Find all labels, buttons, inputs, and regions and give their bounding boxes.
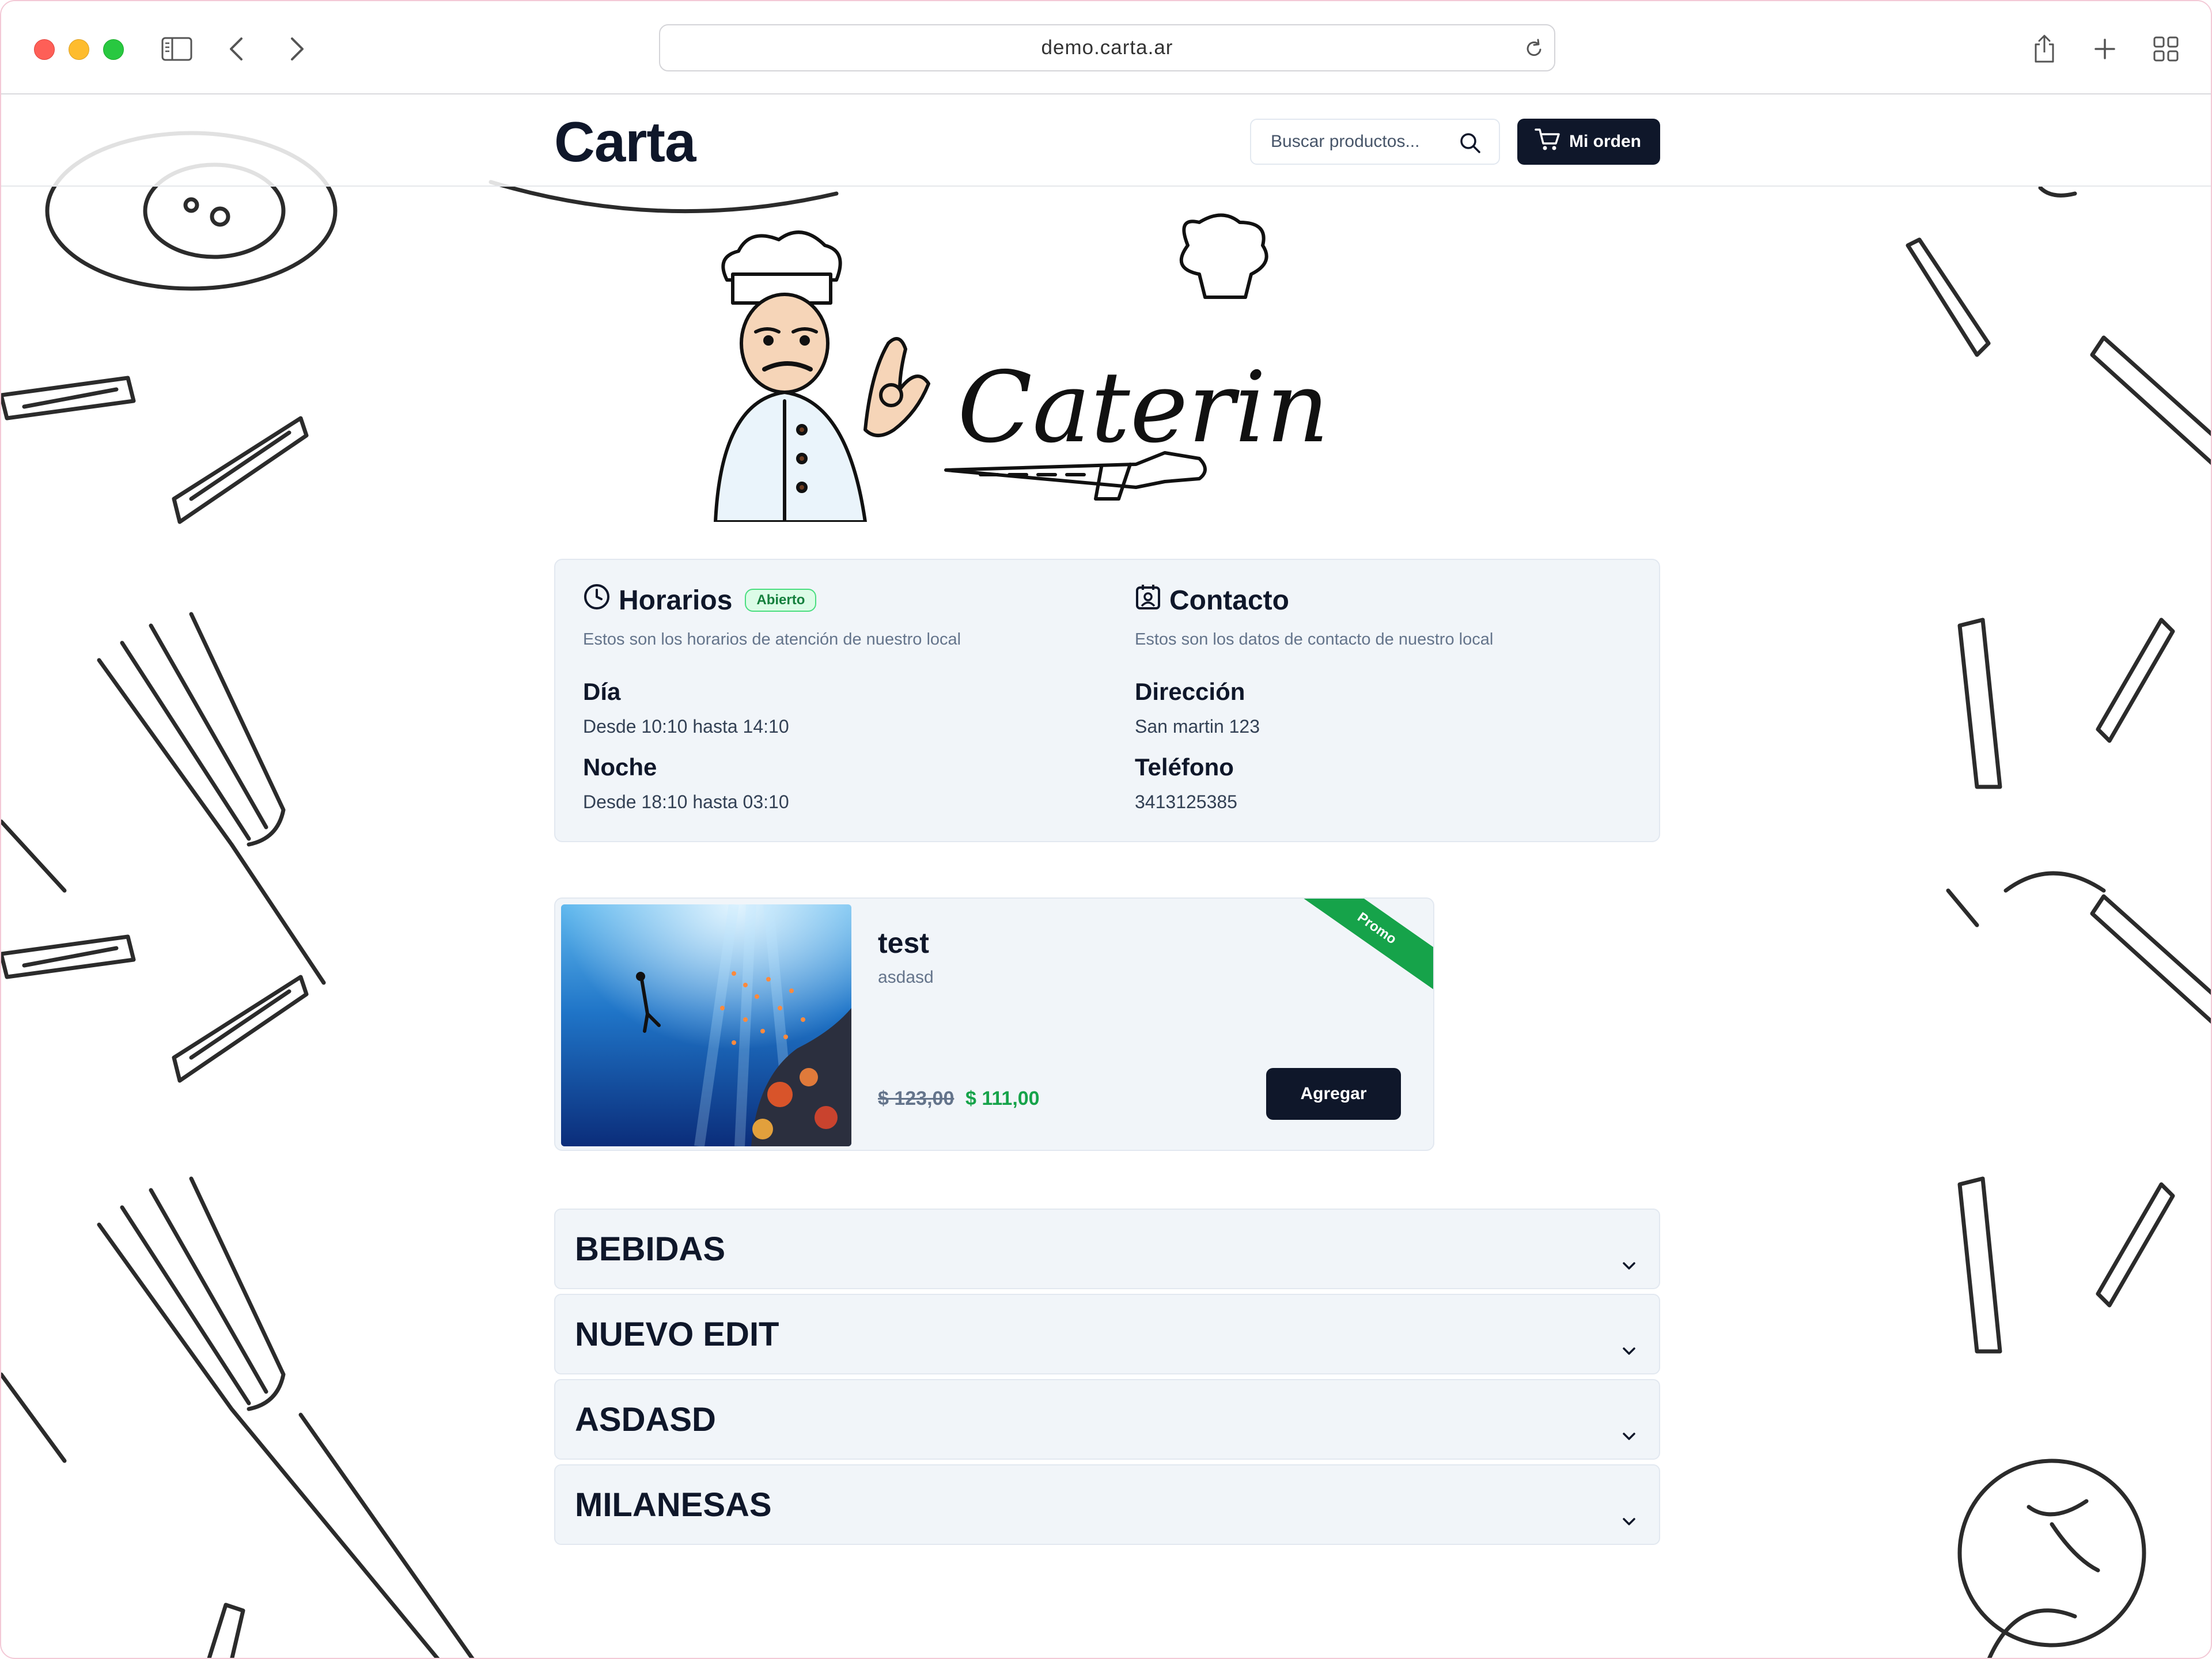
back-icon[interactable]	[216, 30, 256, 68]
product-old-price: $ 123,00	[878, 1088, 955, 1109]
product-description: asdasd	[878, 968, 934, 987]
schedule-title: Horarios	[619, 585, 733, 616]
address-bar-url: demo.carta.ar	[1041, 36, 1173, 59]
search-placeholder: Buscar productos...	[1271, 132, 1420, 151]
promo-ribbon: Promo	[1286, 899, 1433, 999]
category-accordion-asdasd[interactable]: ASDASD	[554, 1379, 1660, 1460]
chevron-down-icon	[1621, 1326, 1637, 1365]
browser-toolbar: demo.carta.ar	[1, 1, 2211, 94]
search-input[interactable]: Buscar productos...	[1250, 119, 1500, 165]
site-header: Carta Buscar productos... Mi orden	[1, 96, 2211, 187]
sidebar-toggle-icon[interactable]	[157, 30, 197, 68]
page-content: Carta Buscar productos... Mi orden Cater…	[1, 96, 2211, 1658]
cart-icon	[1535, 127, 1561, 156]
contact-address-label: Dirección	[1135, 678, 1245, 705]
info-card: Horarios Abierto Estos son los horarios …	[554, 559, 1660, 842]
brand-logo[interactable]: Carta	[554, 109, 696, 175]
forward-icon[interactable]	[277, 30, 317, 68]
category-accordion-bebidas[interactable]: BEBIDAS	[554, 1209, 1660, 1289]
add-to-order-button[interactable]: Agregar	[1266, 1068, 1401, 1120]
schedule-subtitle: Estos son los horarios de atención de nu…	[583, 630, 961, 649]
new-tab-icon[interactable]	[2085, 30, 2125, 68]
contact-phone-value[interactable]: 3413125385	[1135, 791, 1493, 813]
product-title: test	[878, 927, 929, 959]
schedule-night-label: Noche	[583, 753, 657, 781]
close-window-button[interactable]	[34, 39, 55, 60]
contact-address-value: San martin 123	[1135, 716, 1260, 737]
zoom-window-button[interactable]	[103, 39, 124, 60]
chevron-down-icon	[1621, 1411, 1637, 1450]
category-label: BEBIDAS	[575, 1230, 726, 1268]
clock-icon	[583, 583, 611, 618]
promo-product-card[interactable]: Promo test asdasd $ 123,00 $ 111,00 Agre…	[554, 897, 1434, 1151]
schedule-day-value: Desde 10:10 hasta 14:10	[583, 716, 789, 737]
schedule-day-label: Día	[583, 678, 621, 705]
my-order-button[interactable]: Mi orden	[1517, 119, 1660, 165]
product-image	[561, 904, 851, 1146]
product-new-price: $ 111,00	[965, 1088, 1040, 1109]
schedule-night-value: Desde 18:10 hasta 03:10	[583, 791, 789, 812]
contact-phone-label: Teléfono	[1135, 753, 1234, 781]
category-label: MILANESAS	[575, 1486, 772, 1524]
reload-icon[interactable]	[1524, 38, 1544, 64]
contact-section: Contacto Estos son los datos de contacto…	[1135, 583, 1493, 813]
my-order-label: Mi orden	[1569, 132, 1641, 151]
search-icon[interactable]	[1459, 131, 1482, 159]
chevron-down-icon	[1621, 1497, 1637, 1535]
catering-logo-text: Catering	[957, 351, 1326, 465]
tab-overview-icon[interactable]	[2146, 30, 2186, 68]
category-accordion-milanesas[interactable]: MILANESAS	[554, 1464, 1660, 1545]
category-accordion-nuevo-edit[interactable]: NUEVO EDIT	[554, 1294, 1660, 1374]
browser-window: demo.carta.ar Carta Buscar productos... …	[0, 0, 2212, 1659]
category-label: NUEVO EDIT	[575, 1315, 779, 1353]
contact-title: Contacto	[1169, 585, 1289, 616]
address-bar[interactable]: demo.carta.ar	[659, 24, 1555, 71]
catering-logo: Catering	[714, 213, 1326, 522]
share-icon[interactable]	[2024, 30, 2065, 68]
contact-card-icon	[1135, 583, 1161, 618]
contact-subtitle: Estos son los datos de contacto de nuest…	[1135, 630, 1494, 649]
schedule-section: Horarios Abierto Estos son los horarios …	[583, 583, 961, 813]
chevron-down-icon	[1621, 1241, 1637, 1279]
minimize-window-button[interactable]	[69, 39, 89, 60]
open-status-badge: Abierto	[745, 589, 817, 612]
category-label: ASDASD	[575, 1400, 716, 1438]
